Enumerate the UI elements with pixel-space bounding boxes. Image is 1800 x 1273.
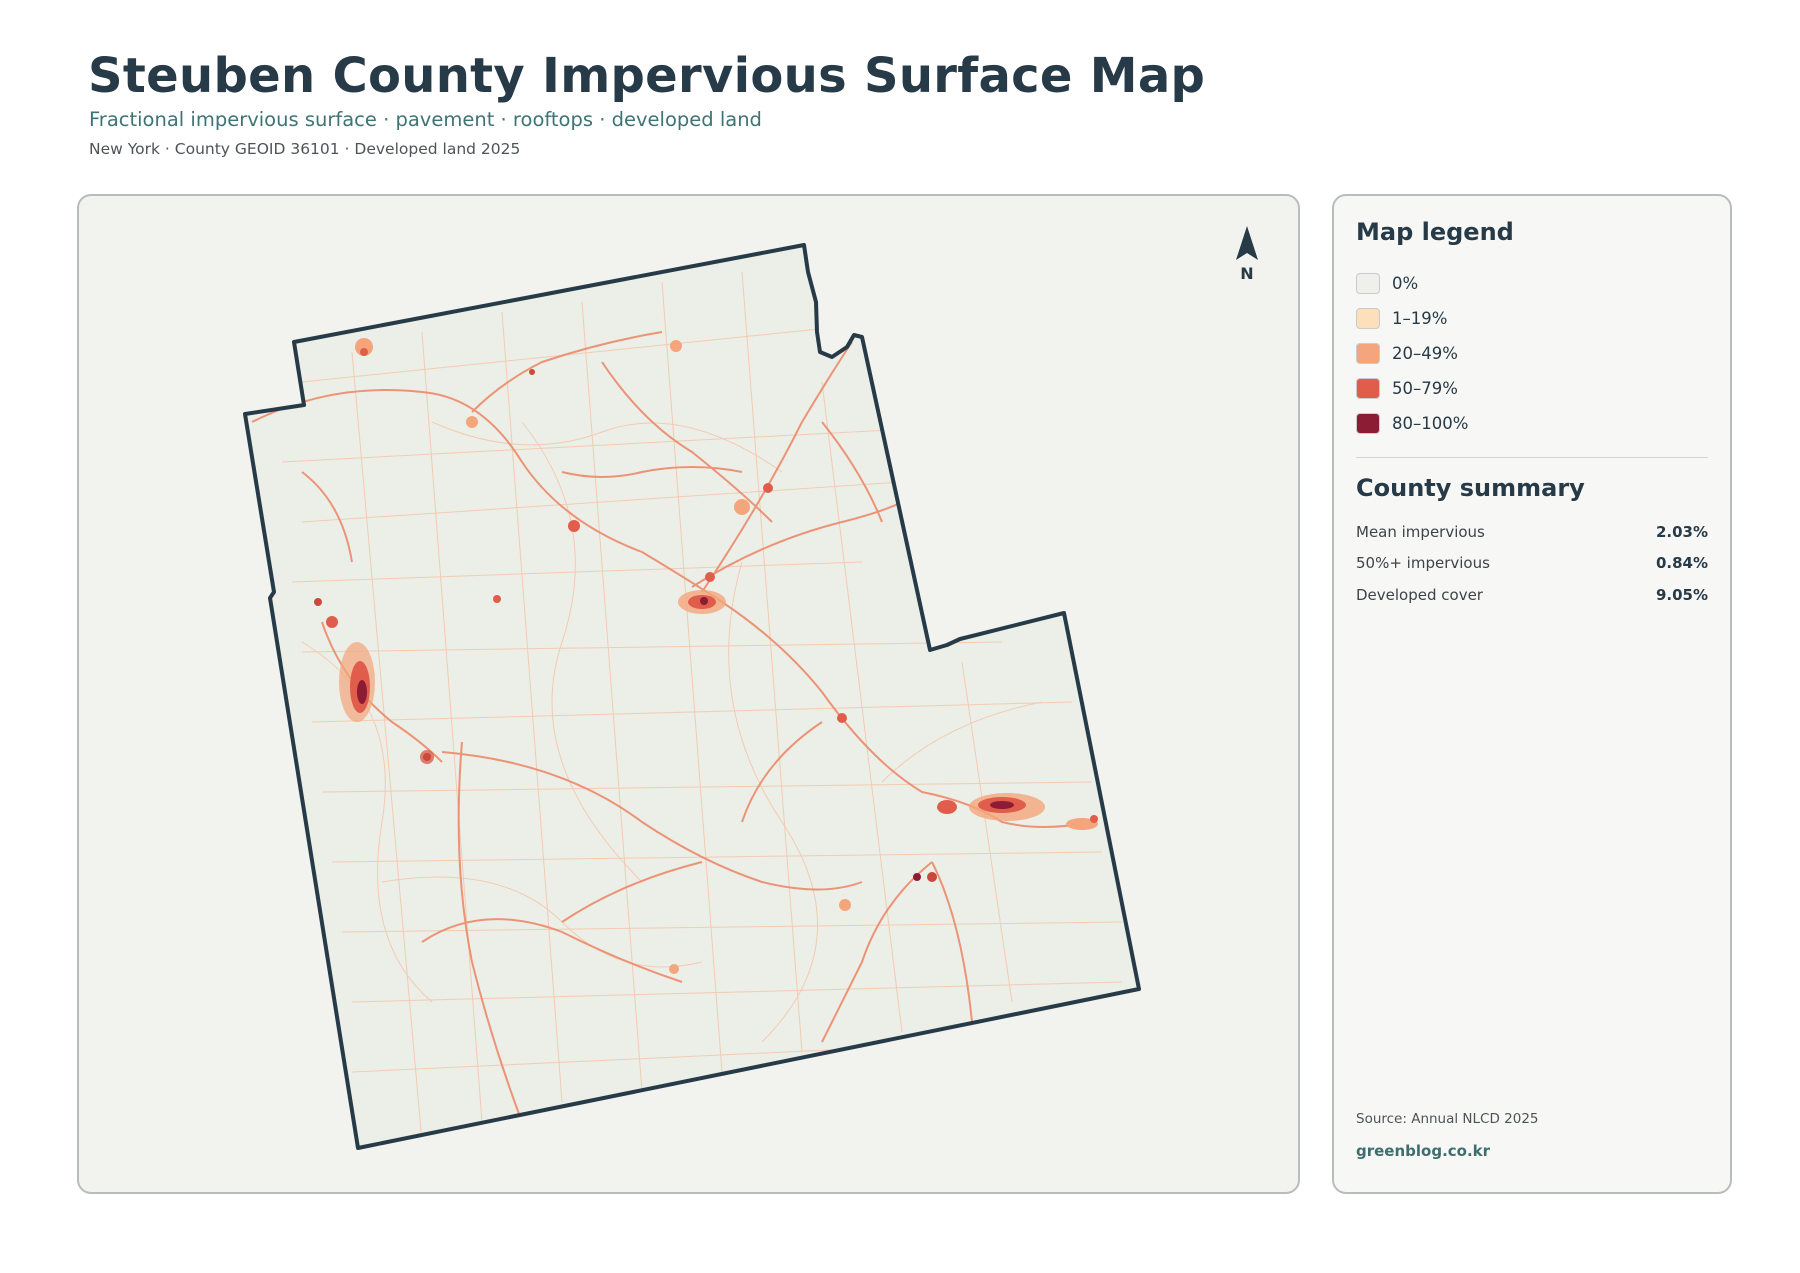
legend-item: 80–100%: [1356, 406, 1468, 441]
summary-row-mean: Mean impervious 2.03%: [1356, 516, 1708, 548]
map-panel[interactable]: N: [77, 194, 1300, 1194]
legend-label: 80–100%: [1392, 414, 1469, 433]
page-title: Steuben County Impervious Surface Map: [88, 48, 1206, 104]
legend-list: 0% 1–19% 20–49% 50–79% 80–100%: [1356, 266, 1468, 441]
legend-item: 20–49%: [1356, 336, 1468, 371]
summary-value: 0.84%: [1655, 554, 1708, 573]
legend-swatch: [1356, 378, 1380, 399]
north-label: N: [1240, 264, 1254, 283]
summary-label: Developed cover: [1356, 585, 1483, 604]
legend-swatch: [1356, 343, 1380, 364]
summary-row-50plus: 50%+ impervious 0.84%: [1356, 548, 1708, 580]
legend-swatch: [1356, 308, 1380, 329]
legend-swatch: [1356, 273, 1380, 294]
legend-label: 50–79%: [1392, 379, 1458, 398]
legend-label: 1–19%: [1392, 309, 1448, 328]
legend-title: Map legend: [1356, 218, 1514, 246]
summary-row-developed: Developed cover 9.05%: [1356, 579, 1708, 611]
county-fill: [245, 245, 1139, 1148]
legend-item: 50–79%: [1356, 371, 1468, 406]
summary-value: 9.05%: [1655, 585, 1708, 604]
source-note: Source: Annual NLCD 2025: [1356, 1111, 1539, 1127]
legend-item: 1–19%: [1356, 301, 1468, 336]
county-map: [243, 243, 1141, 1150]
page-subtitle: Fractional impervious surface · pavement…: [89, 108, 762, 131]
summary-list: Mean impervious 2.03% 50%+ impervious 0.…: [1356, 516, 1708, 611]
legend-swatch: [1356, 413, 1380, 434]
legend-label: 0%: [1392, 274, 1419, 293]
legend-divider: [1356, 457, 1708, 458]
legend-panel: Map legend 0% 1–19% 20–49% 50–79% 80–100…: [1332, 194, 1732, 1194]
summary-title: County summary: [1356, 474, 1585, 502]
summary-label: Mean impervious: [1356, 522, 1485, 541]
summary-label: 50%+ impervious: [1356, 554, 1490, 573]
page-meta: New York · County GEOID 36101 · Develope…: [89, 140, 521, 158]
legend-item: 0%: [1356, 266, 1468, 301]
summary-value: 2.03%: [1655, 522, 1708, 541]
brand-link[interactable]: greenblog.co.kr: [1356, 1142, 1490, 1160]
legend-label: 20–49%: [1392, 344, 1458, 363]
